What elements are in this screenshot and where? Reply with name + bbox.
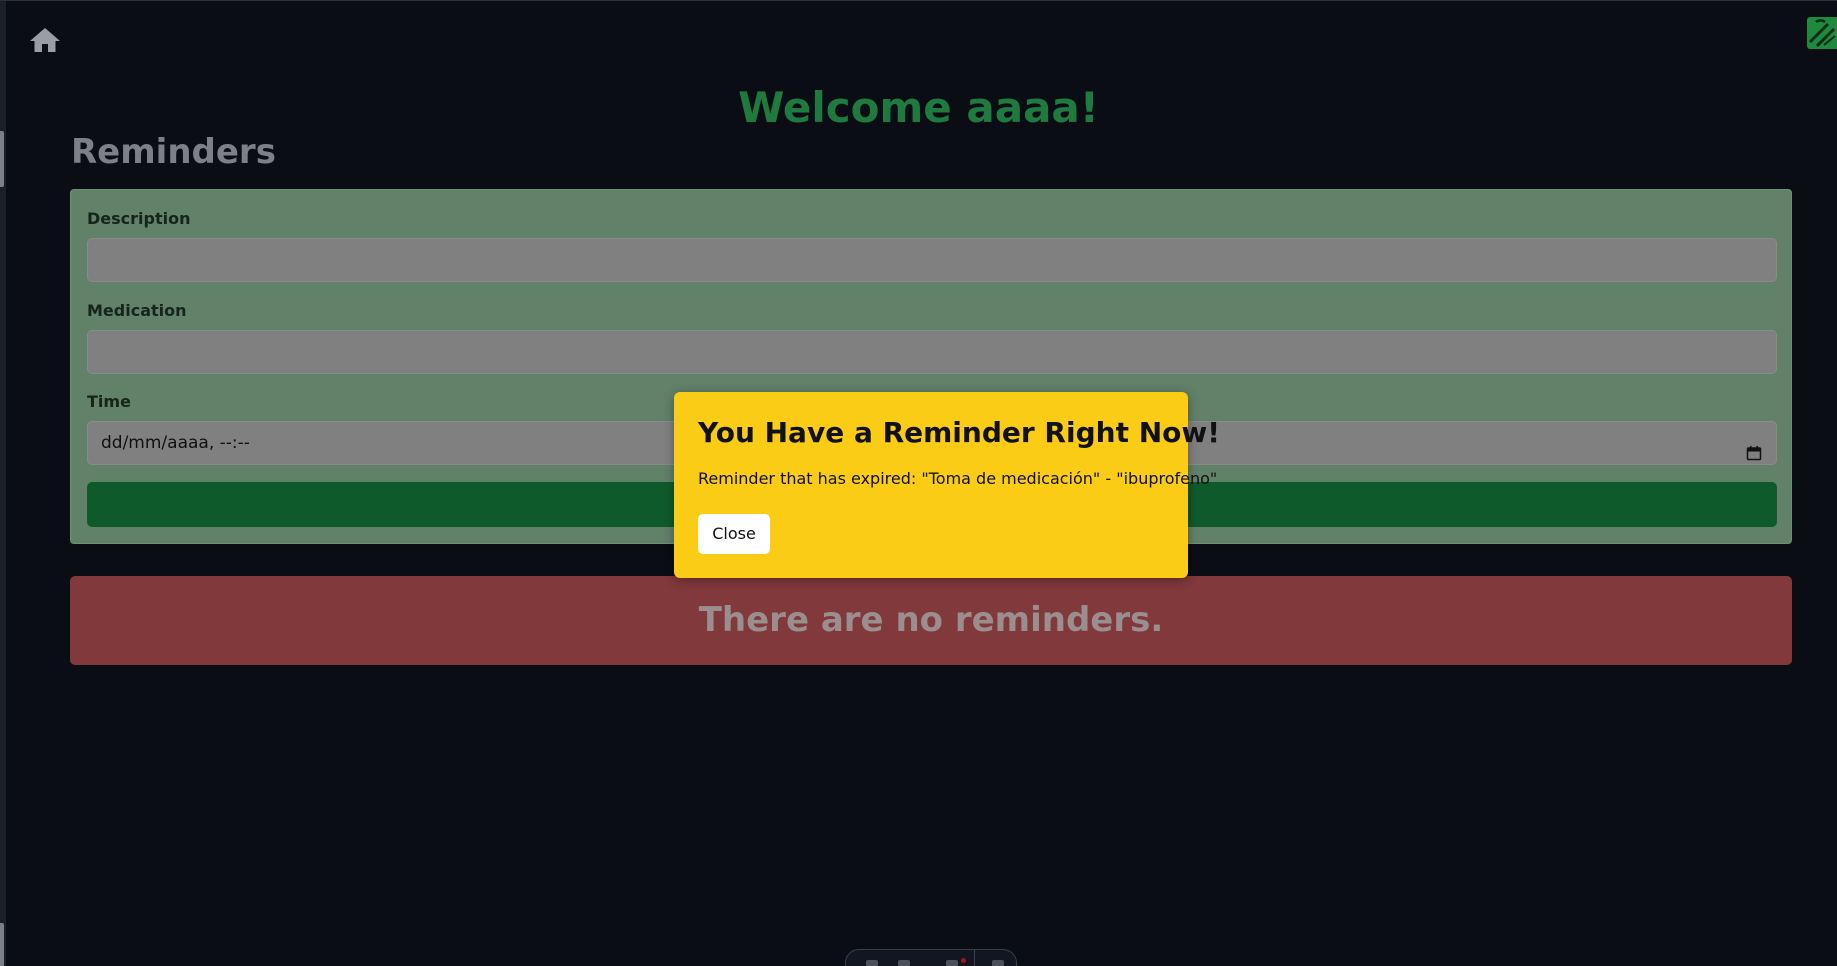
reminder-alert-modal: You Have a Reminder Right Now! Reminder … (674, 392, 1220, 578)
empty-reminders-banner: There are no reminders. (70, 576, 1792, 665)
extension-badge-icon[interactable] (1807, 17, 1837, 49)
reminders-section-title: Reminders (71, 132, 276, 172)
medication-input[interactable] (87, 330, 1777, 374)
calendar-icon[interactable] (1746, 435, 1762, 461)
dock-divider (974, 950, 975, 966)
description-label: Description (87, 209, 191, 228)
modal-message: Reminder that has expired: "Toma de medi… (698, 469, 1218, 488)
bottom-dock (845, 949, 1017, 966)
dock-settings-icon[interactable] (992, 960, 1004, 966)
left-edge-scrollbar[interactable] (0, 1, 6, 966)
home-icon[interactable] (28, 25, 62, 55)
dock-mic-icon[interactable] (866, 960, 878, 966)
medication-label: Medication (87, 301, 187, 320)
welcome-heading: Welcome aaaa! (738, 83, 1099, 132)
dock-hand-icon[interactable] (898, 960, 910, 966)
time-label: Time (87, 392, 131, 411)
modal-title: You Have a Reminder Right Now! (698, 416, 1221, 449)
dock-menu-icon[interactable] (946, 960, 958, 966)
time-placeholder: dd/mm/aaaa, --:-- (101, 433, 250, 453)
close-button[interactable]: Close (698, 514, 770, 554)
description-input[interactable] (87, 238, 1777, 282)
dock-notification-dot (961, 958, 966, 963)
scroll-handle[interactable] (0, 131, 4, 187)
scroll-handle-bottom[interactable] (0, 923, 4, 966)
app-page: Welcome aaaa! Reminders Description Medi… (0, 0, 1837, 966)
